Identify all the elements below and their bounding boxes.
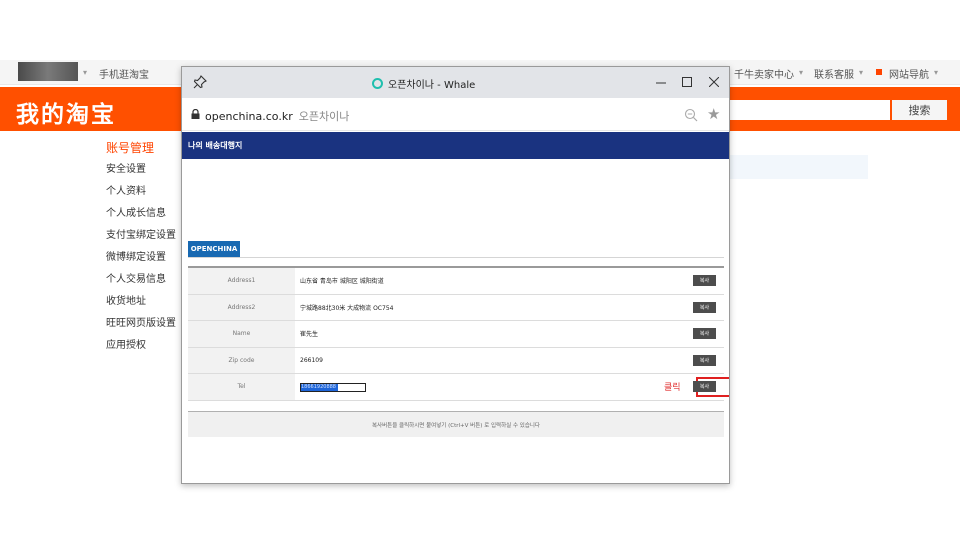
row-value: 266109 xyxy=(300,356,323,364)
tab-openchina[interactable]: OPENCHINA xyxy=(188,241,240,258)
whale-icon xyxy=(372,77,383,89)
seller-center-link[interactable]: 千牛卖家中心 xyxy=(734,66,794,81)
table-row: Address2 宁城路88北30米 大成物流 OC754 복사 xyxy=(188,294,724,321)
sidebar-item-shipping-address[interactable]: 收货地址 xyxy=(106,291,186,313)
table-row: Tel 18661920888 클릭 복사 xyxy=(188,374,729,401)
tel-input[interactable]: 18661920888 xyxy=(300,383,366,392)
url-domain: openchina.co.kr xyxy=(205,110,293,123)
address-bar[interactable]: openchina.co.kr 오픈차이나 ★ xyxy=(182,98,729,131)
page-title: 나의 배송대행지 xyxy=(182,132,729,159)
table-row: Name 崔先生 복사 xyxy=(188,321,724,348)
content-placeholder xyxy=(730,155,868,179)
url-text[interactable]: openchina.co.kr 오픈차이나 xyxy=(205,108,349,124)
close-icon[interactable] xyxy=(703,71,725,93)
screen: ▾ 手机逛淘宝 千牛卖家中心 ▾ 联系客服 ▾ 网站导航 ▾ 我的淘宝 搜索 账… xyxy=(0,0,960,540)
sidebar-item-wangwang[interactable]: 旺旺网页版设置 xyxy=(106,313,186,335)
copy-button[interactable]: 복사 xyxy=(693,354,716,366)
sidebar-item-trade-info[interactable]: 个人交易信息 xyxy=(106,269,186,291)
window-title-bar[interactable]: 오픈차이나 - Whale xyxy=(182,67,729,98)
sidebar-item-app-auth[interactable]: 应用授权 xyxy=(106,335,186,357)
table-row: Address1 山东省 青岛市 城阳区 城阳街道 복사 xyxy=(188,268,724,295)
page-content: 나의 배송대행지 OPENCHINA Address1 山东省 青岛市 城阳区 … xyxy=(182,132,729,483)
chevron-down-icon[interactable]: ▾ xyxy=(799,68,803,77)
window-title-text: 오픈차이나 - Whale xyxy=(388,79,476,91)
maximize-icon[interactable] xyxy=(676,71,698,93)
row-label: Zip code xyxy=(188,347,295,373)
popup-window: 오픈차이나 - Whale openchina.co.kr 오픈차이나 ★ 나의… xyxy=(181,66,730,484)
sidebar-item-profile[interactable]: 个人资料 xyxy=(106,181,186,203)
copy-button[interactable]: 복사 xyxy=(693,301,716,313)
site-nav-link[interactable]: 网站导航 xyxy=(889,66,929,81)
copy-button[interactable]: 복사 xyxy=(693,328,716,339)
account-sidebar: 账号管理 安全设置 个人资料 个人成长信息 支付宝绑定设置 微博绑定设置 个人交… xyxy=(106,137,186,357)
bookmark-star-icon[interactable]: ★ xyxy=(707,104,720,124)
url-site-name: 오픈차이나 xyxy=(298,110,350,123)
customer-service-link[interactable]: 联系客服 xyxy=(814,66,854,81)
click-annotation: 클릭 xyxy=(664,383,681,393)
row-value: 宁城路88北30米 大成物流 OC754 xyxy=(300,304,394,312)
address-table: Address1 山东省 青岛市 城阳区 城阳街道 복사 Address2 宁城… xyxy=(188,266,729,401)
search-input[interactable] xyxy=(728,100,890,120)
my-taobao-logo[interactable]: 我的淘宝 xyxy=(16,95,116,129)
chevron-down-icon[interactable]: ▾ xyxy=(934,68,938,77)
sidebar-item-weibo[interactable]: 微博绑定设置 xyxy=(106,247,186,269)
footer-note: 복사버튼을 클릭하시면 붙여넣기 (Ctrl+V 버튼) 로 입력하실 수 있습… xyxy=(188,411,724,437)
sidebar-title[interactable]: 账号管理 xyxy=(106,137,186,159)
pin-icon[interactable] xyxy=(193,75,207,89)
minimize-icon[interactable] xyxy=(650,71,672,93)
sidebar-item-alipay[interactable]: 支付宝绑定设置 xyxy=(106,225,186,247)
row-label: Address1 xyxy=(188,268,295,294)
row-value: 崔先生 xyxy=(300,331,319,339)
row-label: Name xyxy=(188,321,295,347)
chevron-down-icon[interactable]: ▾ xyxy=(83,68,87,77)
chevron-down-icon[interactable]: ▾ xyxy=(859,68,863,77)
tab-divider xyxy=(188,257,724,258)
sidebar-item-growth[interactable]: 个人成长信息 xyxy=(106,203,186,225)
copy-button[interactable]: 복사 xyxy=(693,381,716,392)
row-label: Tel xyxy=(188,374,295,400)
tel-selected-text: 18661920888 xyxy=(301,384,338,391)
mobile-taobao-link[interactable]: 手机逛淘宝 xyxy=(99,66,149,81)
search-button[interactable]: 搜索 xyxy=(892,100,947,120)
sidebar-item-security[interactable]: 安全设置 xyxy=(106,159,186,181)
copy-button[interactable]: 복사 xyxy=(693,275,716,286)
lock-icon[interactable] xyxy=(191,109,200,119)
row-value: 山东省 青岛市 城阳区 城阳街道 xyxy=(300,278,384,286)
row-label: Address2 xyxy=(188,294,295,320)
user-avatar[interactable] xyxy=(18,62,78,81)
window-title: 오픈차이나 - Whale xyxy=(372,76,476,91)
site-nav-icon xyxy=(876,69,882,75)
zoom-out-icon[interactable] xyxy=(684,108,698,122)
table-row: Zip code 266109 복사 xyxy=(188,347,724,374)
